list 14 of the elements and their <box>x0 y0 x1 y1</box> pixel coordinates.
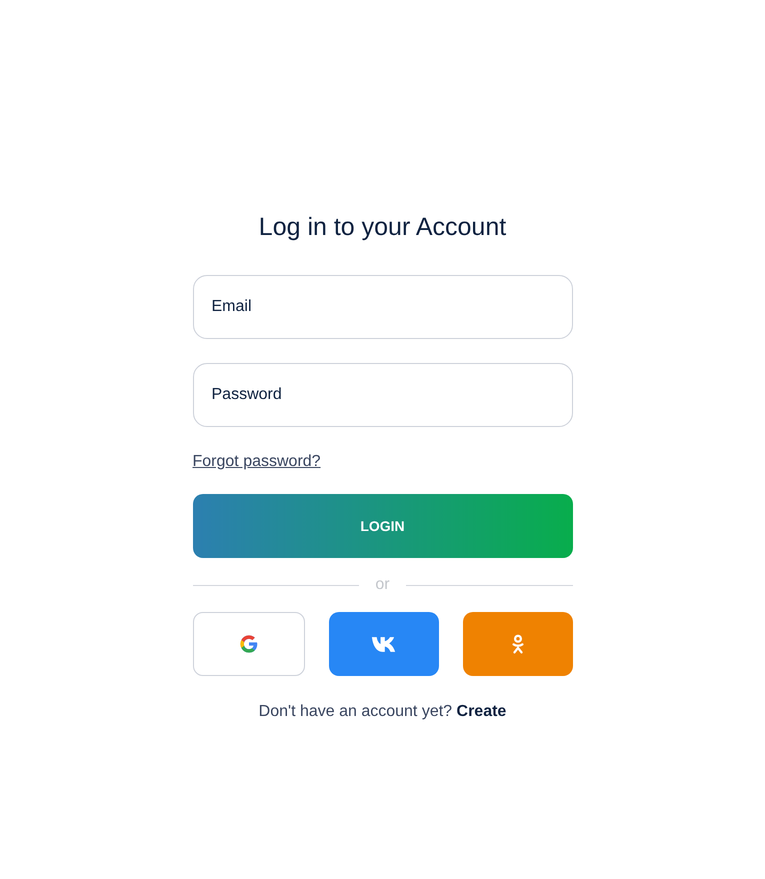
form-title: Log in to your Account <box>258 212 508 243</box>
create-account-link[interactable]: Create <box>456 703 506 720</box>
vk-sign-in-button[interactable] <box>328 612 438 676</box>
divider-label: or <box>374 576 391 594</box>
vk-logo-icon <box>370 636 396 652</box>
input-field[interactable]: Email <box>192 275 572 339</box>
ok-figure-icon <box>510 634 524 654</box>
input-field[interactable]: Password <box>192 363 572 427</box>
signup-prompt: Don't have an account yet? Create <box>258 702 508 722</box>
forgot-password-link[interactable]: Forgot password? <box>192 451 321 473</box>
ok-sign-in-button[interactable] <box>462 612 572 676</box>
google-sign-in-button[interactable] <box>192 612 304 676</box>
g-logo-icon <box>238 633 260 655</box>
login-button[interactable]: LOGIN <box>192 494 572 558</box>
